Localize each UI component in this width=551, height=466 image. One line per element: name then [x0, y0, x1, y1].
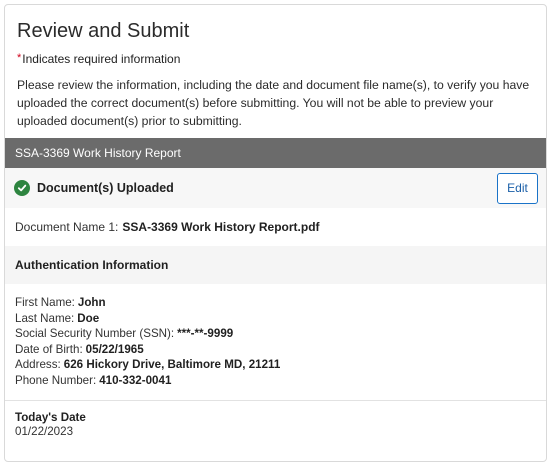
address-row: Address: 626 Hickory Drive, Baltimore MD,…: [15, 357, 536, 373]
field-label: Last Name:: [15, 311, 75, 325]
todays-date-value: 01/22/2023: [15, 424, 74, 438]
section-title-bar: SSA-3369 Work History Report: [5, 138, 546, 168]
todays-date-label: Today's Date: [15, 410, 86, 424]
auth-details: First Name: John Last Name: Doe Social Sec…: [5, 284, 546, 400]
field-label: Address:: [15, 358, 61, 372]
field-label: Social Security Number (SSN):: [15, 327, 175, 341]
page-title: Review and Submit: [17, 20, 190, 42]
upload-status: Document(s) Uploaded: [14, 180, 174, 196]
field-value: 05/22/1965: [85, 342, 144, 356]
todays-date-block: Today's Date 01/22/2023: [5, 401, 546, 449]
review-submit-card: Review and Submit *Indicates required in…: [4, 4, 547, 462]
auth-section-header: Authentication Information: [5, 246, 546, 284]
upload-status-text: Document(s) Uploaded: [37, 181, 174, 195]
ssn-row: Social Security Number (SSN): ***-**-9999: [15, 326, 536, 342]
field-value: 626 Hickory Drive, Baltimore MD, 21211: [63, 358, 281, 372]
check-mark-icon: [17, 184, 27, 192]
required-star: *: [17, 52, 22, 64]
field-label: First Name:: [15, 296, 75, 309]
field-value: Doe: [77, 311, 100, 325]
field-value: John: [77, 296, 106, 309]
intro-text: Please review the information, including…: [17, 78, 530, 128]
edit-button[interactable]: Edit: [497, 172, 538, 204]
field-label: Phone Number:: [15, 373, 97, 387]
phone-row: Phone Number: 410-332-0041: [15, 373, 536, 389]
check-circle-icon: [14, 180, 30, 196]
document-name-value: SSA-3369 Work History Report.pdf: [122, 220, 320, 234]
document-name-row: Document Name 1: SSA-3369 Work History R…: [5, 208, 546, 246]
field-value: 410-332-0041: [99, 373, 172, 387]
required-note: *Indicates required information: [17, 51, 534, 67]
field-value: ***-**-9999: [177, 327, 234, 341]
upload-status-row: Document(s) Uploaded Edit: [5, 168, 546, 208]
field-label: Date of Birth:: [15, 342, 83, 356]
first-name-row: First Name: John: [15, 295, 536, 311]
required-note-text: Indicates required information: [22, 52, 181, 66]
last-name-row: Last Name: Doe: [15, 311, 536, 327]
card-header: Review and Submit *Indicates required in…: [5, 5, 546, 138]
document-name-label: Document Name 1:: [15, 220, 119, 234]
dob-row: Date of Birth: 05/22/1965: [15, 342, 536, 358]
